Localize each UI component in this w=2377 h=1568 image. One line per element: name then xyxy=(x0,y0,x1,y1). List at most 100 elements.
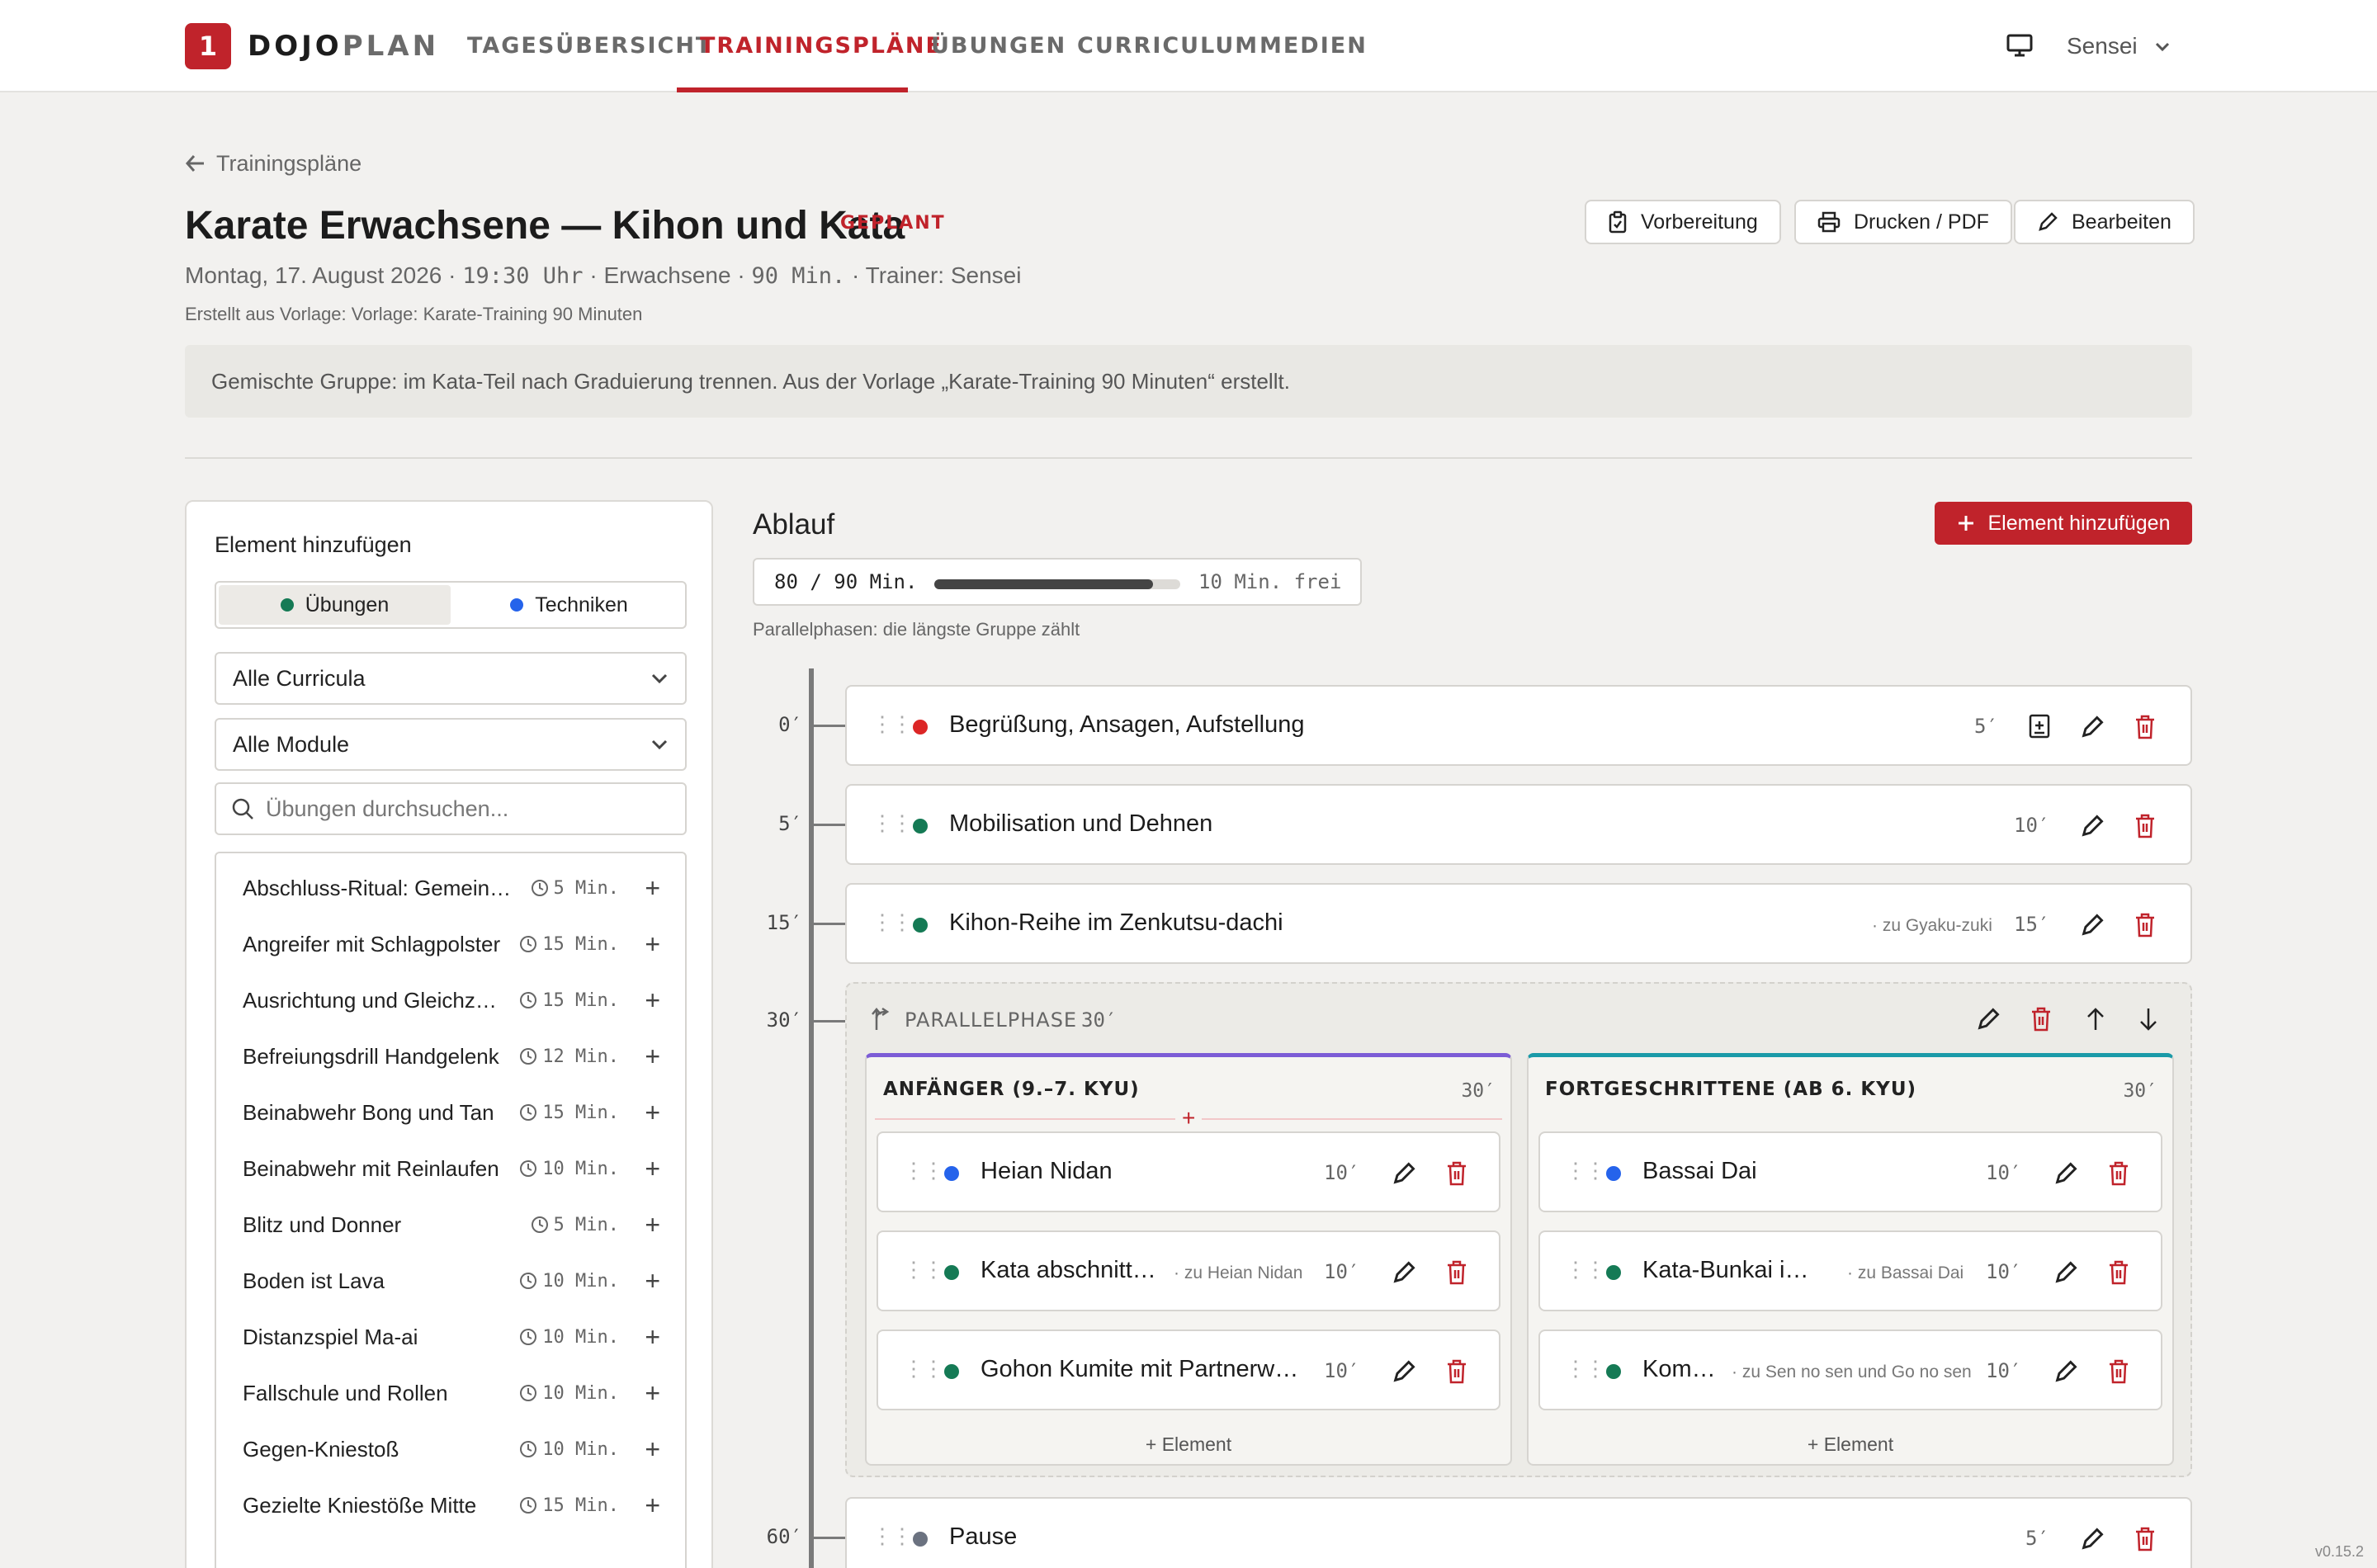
nav-uebungen[interactable]: ÜBUNGEN xyxy=(931,30,1066,63)
drag-handle-icon[interactable]: ⋮⋮ xyxy=(872,1523,913,1549)
top-navigation: 1 DOJOPLAN TAGESÜBERSICHT TRAININGSPLÄNE… xyxy=(0,0,2377,92)
insert-plus-icon[interactable]: + xyxy=(1175,1105,1203,1131)
print-button[interactable]: Drucken / PDF xyxy=(1794,200,2012,244)
add-exercise-plus-icon[interactable]: + xyxy=(645,1380,660,1406)
add-exercise-plus-icon[interactable]: + xyxy=(645,1099,660,1126)
brand-name[interactable]: DOJOPLAN xyxy=(248,30,439,63)
plan-block[interactable]: ⋮⋮ Pause 5′ xyxy=(845,1497,2192,1568)
add-exercise-plus-icon[interactable]: + xyxy=(645,1043,660,1070)
tab-uebungen[interactable]: Übungen xyxy=(219,585,451,625)
add-element-button[interactable]: Element hinzufügen xyxy=(1935,502,2192,545)
item-name: Heian Nidan xyxy=(981,1158,1113,1184)
trash-icon[interactable] xyxy=(2134,814,2156,838)
add-exercise-plus-icon[interactable]: + xyxy=(645,875,660,901)
pencil-icon[interactable] xyxy=(1392,1260,1416,1285)
timeline-label: 15′ xyxy=(766,911,802,934)
drag-handle-icon[interactable]: ⋮⋮ xyxy=(872,711,913,737)
drag-handle-icon[interactable]: ⋮⋮ xyxy=(903,1356,944,1381)
add-exercise-plus-icon[interactable]: + xyxy=(645,1324,660,1350)
arrow-up-icon[interactable] xyxy=(2085,1007,2106,1032)
trash-icon[interactable] xyxy=(2134,715,2156,739)
group-item[interactable]: ⋮⋮ Kombinationen · zu Sen no sen und Go … xyxy=(1538,1329,2162,1410)
pencil-icon[interactable] xyxy=(1976,1007,2001,1032)
pencil-icon[interactable] xyxy=(2053,1260,2078,1285)
drag-handle-icon[interactable]: ⋮⋮ xyxy=(903,1158,944,1183)
add-exercise-plus-icon[interactable]: + xyxy=(645,1211,660,1238)
list-item[interactable]: Blitz und Donner 5 Min. + xyxy=(216,1197,685,1253)
search-input[interactable] xyxy=(266,796,645,822)
nav-curriculum[interactable]: CURRICULUM xyxy=(1077,30,1259,63)
list-item[interactable]: Boden ist Lava 10 Min. + xyxy=(216,1253,685,1309)
chevron-down-icon[interactable] xyxy=(2154,41,2171,53)
plan-block[interactable]: ⋮⋮ Begrüßung, Ansagen, Aufstellung 5′ xyxy=(845,685,2192,766)
nav-trainingsplaene[interactable]: TRAININGSPLÄNE xyxy=(700,30,943,63)
trash-icon[interactable] xyxy=(2108,1161,2129,1186)
nav-tagesuebersicht[interactable]: TAGESÜBERSICHT xyxy=(467,30,712,63)
list-item[interactable]: Ausrichtung und Gleichzeitigkeit 15 Min. + xyxy=(216,972,685,1028)
add-exercise-plus-icon[interactable]: + xyxy=(645,1155,660,1182)
pencil-icon[interactable] xyxy=(2053,1359,2078,1384)
exercise-duration-text: 10 Min. xyxy=(542,1438,619,1460)
list-item[interactable]: Abschluss-Ritual: Gemeinsames Abgrüßen 5 … xyxy=(216,860,685,916)
add-exercise-plus-icon[interactable]: + xyxy=(645,987,660,1013)
add-exercise-plus-icon[interactable]: + xyxy=(645,1436,660,1462)
trash-icon[interactable] xyxy=(2108,1359,2129,1384)
trash-icon[interactable] xyxy=(2108,1260,2129,1285)
list-item[interactable]: Gezielte Kniestöße Mitte 15 Min. + xyxy=(216,1477,685,1533)
monitor-icon[interactable] xyxy=(2006,33,2034,58)
group-item[interactable]: ⋮⋮ Bassai Dai 10′ xyxy=(1538,1131,2162,1212)
list-item[interactable]: Beinabwehr mit Reinlaufen 10 Min. + xyxy=(216,1141,685,1197)
nav-medien[interactable]: MEDIEN xyxy=(1259,30,1368,63)
pencil-icon[interactable] xyxy=(2080,913,2105,937)
list-item[interactable]: Befreiungsdrill Handgelenk 12 Min. + xyxy=(216,1028,685,1084)
module-select[interactable]: Alle Module xyxy=(215,718,687,771)
drag-handle-icon[interactable]: ⋮⋮ xyxy=(872,810,913,836)
trash-icon[interactable] xyxy=(1446,1161,1467,1186)
split-parallel-icon[interactable] xyxy=(2027,713,2052,739)
group-item[interactable]: ⋮⋮ Kata-Bunkai in Paaren · zu Bassai Dai… xyxy=(1538,1230,2162,1311)
trash-icon[interactable] xyxy=(1446,1260,1467,1285)
pencil-icon[interactable] xyxy=(2080,715,2105,739)
add-exercise-plus-icon[interactable]: + xyxy=(645,1268,660,1294)
group-item[interactable]: ⋮⋮ Heian Nidan 10′ xyxy=(877,1131,1500,1212)
list-item[interactable]: Gegen-Kniestoß 10 Min. + xyxy=(216,1421,685,1477)
drag-handle-icon[interactable]: ⋮⋮ xyxy=(1565,1257,1606,1282)
add-exercise-plus-icon[interactable]: + xyxy=(645,931,660,957)
back-link[interactable]: Trainingspläne xyxy=(185,149,362,178)
plan-block[interactable]: ⋮⋮ Mobilisation und Dehnen 10′ xyxy=(845,784,2192,865)
pencil-icon[interactable] xyxy=(2080,814,2105,838)
trash-icon[interactable] xyxy=(1446,1359,1467,1384)
drag-handle-icon[interactable]: ⋮⋮ xyxy=(872,909,913,935)
group-add-element-button[interactable]: + Element xyxy=(867,1433,1510,1456)
exercise-duration-text: 15 Min. xyxy=(542,1102,619,1123)
pencil-icon[interactable] xyxy=(1392,1161,1416,1186)
drag-handle-icon[interactable]: ⋮⋮ xyxy=(903,1257,944,1282)
printer-icon xyxy=(1817,211,1841,233)
app-logo[interactable]: 1 xyxy=(185,23,231,69)
search-field[interactable] xyxy=(215,782,687,835)
edit-plan-button[interactable]: Bearbeiten xyxy=(2014,200,2195,244)
list-item[interactable]: Beinabwehr Bong und Tan 15 Min. + xyxy=(216,1084,685,1141)
list-item[interactable]: Fallschule und Rollen 10 Min. + xyxy=(216,1365,685,1421)
group-item[interactable]: ⋮⋮ Kata abschnittsweise · zu Heian Nidan… xyxy=(877,1230,1500,1311)
group-item[interactable]: ⋮⋮ Gohon Kumite mit Partnerwechsel 10′ xyxy=(877,1329,1500,1410)
tab-techniken[interactable]: Techniken xyxy=(453,583,685,627)
user-menu[interactable]: Sensei xyxy=(2067,30,2138,63)
arrow-down-icon[interactable] xyxy=(2138,1007,2159,1032)
add-exercise-plus-icon[interactable]: + xyxy=(645,1492,660,1518)
list-item[interactable]: Angreifer mit Schlagpolster 15 Min. + xyxy=(216,916,685,972)
trash-icon[interactable] xyxy=(2134,913,2156,937)
plan-block[interactable]: ⋮⋮ Kihon-Reihe im Zenkutsu-dachi · zu Gy… xyxy=(845,883,2192,964)
pencil-icon[interactable] xyxy=(2053,1161,2078,1186)
item-name: Kata abschnittsweise xyxy=(981,1257,1162,1283)
prep-button[interactable]: Vorbereitung xyxy=(1585,200,1781,244)
pencil-icon[interactable] xyxy=(1392,1359,1416,1384)
trash-icon[interactable] xyxy=(2030,1007,2052,1032)
list-item[interactable]: Distanzspiel Ma-ai 10 Min. + xyxy=(216,1309,685,1365)
group-add-element-button[interactable]: + Element xyxy=(1529,1433,2172,1456)
drag-handle-icon[interactable]: ⋮⋮ xyxy=(1565,1356,1606,1381)
trash-icon[interactable] xyxy=(2134,1527,2156,1551)
drag-handle-icon[interactable]: ⋮⋮ xyxy=(1565,1158,1606,1183)
pencil-icon[interactable] xyxy=(2080,1527,2105,1551)
curriculum-select[interactable]: Alle Curricula xyxy=(215,652,687,705)
